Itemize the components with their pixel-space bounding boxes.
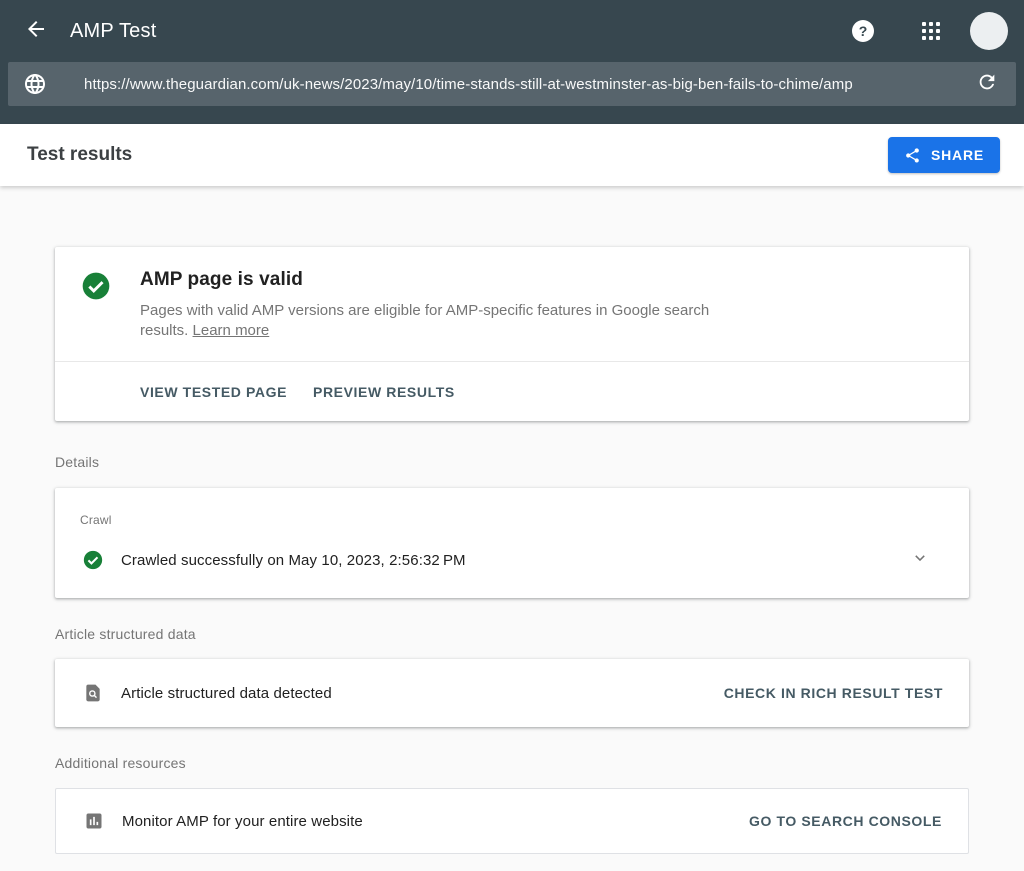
arrow-left-icon: [24, 17, 48, 46]
help-button[interactable]: ?: [852, 20, 874, 42]
share-button[interactable]: SHARE: [888, 137, 1000, 173]
avatar[interactable]: [970, 12, 1008, 50]
back-button[interactable]: [20, 15, 52, 47]
structured-data-section-label: Article structured data: [55, 626, 969, 642]
crawl-status-text: Crawled successfully on May 10, 2023, 2:…: [121, 552, 908, 569]
app-title: AMP Test: [70, 20, 852, 43]
refresh-button[interactable]: [972, 69, 1002, 99]
apps-grid-icon: [922, 22, 926, 26]
go-to-search-console-button[interactable]: GO TO SEARCH CONSOLE: [749, 813, 942, 829]
refresh-icon: [976, 71, 998, 98]
help-icon: ?: [859, 23, 868, 39]
view-tested-page-button[interactable]: VIEW TESTED PAGE: [140, 384, 287, 400]
structured-data-status: Article structured data detected: [121, 685, 724, 702]
results-toolbar: Test results SHARE: [0, 124, 1024, 186]
monitor-amp-text: Monitor AMP for your entire website: [122, 813, 749, 830]
crawl-check-circle-icon: [82, 549, 104, 571]
url-field[interactable]: https://www.theguardian.com/uk-news/2023…: [62, 76, 972, 93]
expand-button[interactable]: [908, 548, 932, 572]
share-button-label: SHARE: [931, 147, 984, 163]
globe-icon: [8, 72, 62, 96]
crawl-status-row[interactable]: Crawled successfully on May 10, 2023, 2:…: [80, 548, 944, 572]
apps-grid-button[interactable]: [922, 22, 940, 40]
learn-more-link[interactable]: Learn more: [193, 322, 270, 339]
chevron-down-icon: [909, 547, 931, 574]
amp-valid-card: AMP page is valid Pages with valid AMP v…: [55, 247, 969, 421]
main-content: AMP page is valid Pages with valid AMP v…: [0, 186, 1024, 854]
check-rich-result-button[interactable]: CHECK IN RICH RESULT TEST: [724, 685, 943, 701]
document-search-icon: [83, 683, 103, 703]
page-title: Test results: [27, 144, 888, 166]
crawl-label: Crawl: [80, 513, 944, 527]
result-description: Pages with valid AMP versions are eligib…: [140, 301, 715, 341]
url-bar[interactable]: https://www.theguardian.com/uk-news/2023…: [8, 62, 1016, 106]
result-title: AMP page is valid: [140, 269, 715, 291]
monitor-amp-card: Monitor AMP for your entire website GO T…: [55, 788, 969, 854]
app-header: AMP Test ? https://www.theguardian.com/u…: [0, 0, 1024, 124]
check-circle-icon: [80, 270, 112, 302]
structured-data-card: Article structured data detected CHECK I…: [55, 659, 969, 727]
details-section-label: Details: [55, 454, 969, 470]
share-icon: [904, 147, 921, 164]
bar-chart-icon: [84, 811, 104, 831]
preview-results-button[interactable]: PREVIEW RESULTS: [313, 384, 455, 400]
additional-resources-section-label: Additional resources: [55, 755, 969, 771]
crawl-card: Crawl Crawled successfully on May 10, 20…: [55, 488, 969, 598]
